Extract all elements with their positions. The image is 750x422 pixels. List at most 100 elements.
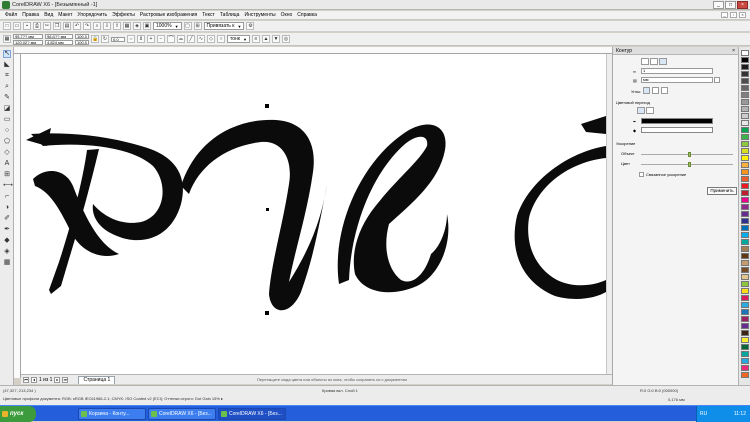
crop-tool-icon[interactable]: ⌗	[3, 72, 11, 80]
palette-swatch[interactable]	[741, 197, 749, 203]
palette-swatch[interactable]	[741, 127, 749, 133]
outline-color-swatch[interactable]	[641, 118, 713, 124]
calligraphy-swash-left[interactable]	[33, 170, 119, 256]
options-icon[interactable]: ⚙	[246, 22, 255, 30]
x-position-field[interactable]: 95,7?? мм	[13, 33, 43, 39]
table-tool-icon[interactable]: ⊞	[3, 171, 11, 179]
palette-swatch[interactable]	[741, 239, 749, 245]
palette-swatch[interactable]	[741, 211, 749, 217]
menu-view[interactable]: Вид	[44, 11, 53, 20]
dimension-tool-icon[interactable]: ⟷	[3, 182, 13, 190]
rulers-icon[interactable]: ⊞	[193, 22, 202, 30]
polygon-tool-icon[interactable]: ⬠	[3, 138, 11, 146]
outline-style-a-icon[interactable]	[641, 58, 649, 65]
minimize-button[interactable]: _	[713, 1, 724, 9]
outline-width-select[interactable]: тонк ▼	[227, 35, 250, 43]
color-accel-knob[interactable]	[688, 162, 691, 167]
width-unit-select[interactable]: мм	[641, 77, 713, 83]
menu-bitmaps[interactable]: Растровые изображения	[140, 11, 197, 20]
palette-swatch[interactable]	[741, 78, 749, 84]
fill-color-swatch[interactable]	[641, 127, 713, 133]
palette-swatch[interactable]	[741, 106, 749, 112]
outline-style-c-icon[interactable]	[659, 58, 667, 65]
height-field[interactable]: 4,824 мм	[45, 39, 73, 45]
calligraphy-stroke-right-top[interactable]	[581, 116, 606, 134]
palette-swatch[interactable]	[741, 183, 749, 189]
palette-swatch[interactable]	[741, 344, 749, 350]
palette-swatch[interactable]	[741, 64, 749, 70]
palette-swatch[interactable]	[741, 281, 749, 287]
palette-swatch[interactable]	[741, 113, 749, 119]
taskbar-item-active[interactable]: CorelDRAW X6 - [Без...	[218, 408, 286, 420]
calligraphy-stroke-u[interactable]	[181, 119, 327, 311]
add-node-icon[interactable]: +	[147, 35, 155, 43]
maximize-button[interactable]: □	[725, 1, 736, 9]
palette-swatch[interactable]	[741, 99, 749, 105]
print-icon[interactable]: ⎙	[33, 22, 41, 30]
y-position-field[interactable]: 120,02? мм	[13, 39, 43, 45]
rotation-angle-field[interactable]: 0,0	[111, 36, 125, 42]
taskbar-item[interactable]: CorelDRAW X6 - [Без...	[148, 408, 216, 420]
first-page-icon[interactable]: ⏮	[23, 377, 29, 383]
palette-swatch[interactable]	[741, 169, 749, 175]
color-accel-slider[interactable]	[641, 164, 733, 165]
new-document-icon[interactable]: □	[3, 22, 11, 30]
to-front-icon[interactable]: ▲	[261, 35, 270, 43]
to-line-icon[interactable]: ╱	[187, 35, 195, 43]
smooth-node-icon[interactable]: ○	[217, 35, 225, 43]
rectangle-tool-icon[interactable]: ▭	[3, 116, 11, 124]
menu-text[interactable]: Текст	[202, 11, 215, 20]
calligraphy-stroke-right[interactable]	[514, 146, 606, 299]
palette-swatch[interactable]	[741, 141, 749, 147]
object-accel-knob[interactable]	[688, 152, 691, 157]
menu-layout[interactable]: Макет	[58, 11, 72, 20]
to-curve-icon[interactable]: ∿	[197, 35, 205, 43]
cusp-node-icon[interactable]: ◇	[207, 35, 215, 43]
publish-pdf-icon[interactable]: ▦	[123, 22, 131, 30]
outline-style-b-icon[interactable]	[650, 58, 658, 65]
menu-window[interactable]: Окно	[281, 11, 293, 20]
palette-swatch[interactable]	[741, 358, 749, 364]
palette-swatch[interactable]	[741, 267, 749, 273]
zoom-level-select[interactable]: 1000% ▼	[153, 22, 182, 30]
zoom-tool-icon[interactable]: ⌕	[3, 83, 11, 91]
palette-swatch[interactable]	[741, 190, 749, 196]
palette-swatch[interactable]	[741, 232, 749, 238]
palette-swatch[interactable]	[741, 351, 749, 357]
blend-tool-icon[interactable]: ◑	[3, 204, 11, 212]
palette-swatch[interactable]	[741, 155, 749, 161]
preset-icon[interactable]: ▦	[3, 35, 11, 43]
palette-swatch[interactable]	[741, 71, 749, 77]
scale-y-field[interactable]: 100,0	[75, 39, 89, 45]
selection-handle-top[interactable]	[265, 104, 269, 108]
palette-swatch[interactable]	[741, 309, 749, 315]
export-icon[interactable]: ⇧	[113, 22, 121, 30]
convert-outline-icon[interactable]: ◎	[281, 35, 290, 43]
welcome-screen-icon[interactable]: ▣	[143, 22, 151, 30]
palette-swatch[interactable]	[741, 148, 749, 154]
doc-minimize-icon[interactable]: _	[721, 12, 728, 18]
palette-swatch[interactable]	[741, 57, 749, 63]
selection-handle-center[interactable]	[266, 208, 269, 211]
palette-swatch[interactable]	[741, 295, 749, 301]
palette-swatch[interactable]	[741, 302, 749, 308]
selection-handle-bottom[interactable]	[265, 311, 269, 315]
corner-round-icon[interactable]	[652, 87, 659, 94]
close-button[interactable]: ×	[737, 1, 748, 9]
corner-bevel-icon[interactable]	[661, 87, 668, 94]
cut-icon[interactable]: ✂	[43, 22, 51, 30]
palette-swatch[interactable]	[741, 323, 749, 329]
to-back-icon[interactable]: ▼	[271, 35, 280, 43]
wrap-text-icon[interactable]: ≡	[251, 35, 260, 43]
basic-shapes-icon[interactable]: ◇	[3, 149, 11, 157]
freehand-tool-icon[interactable]: ✎	[3, 94, 11, 102]
object-accel-slider[interactable]	[641, 154, 733, 155]
mesh-fill-icon[interactable]: ▦	[3, 259, 11, 267]
mirror-vertical-icon[interactable]: ⇕	[137, 35, 145, 43]
undo-icon[interactable]: ↶	[73, 22, 81, 30]
taskbar-item[interactable]: Корзина - Конту...	[78, 408, 146, 420]
menu-help[interactable]: Справка	[297, 11, 317, 20]
palette-swatch[interactable]	[741, 176, 749, 182]
outline-pen-icon[interactable]: ✒	[3, 226, 11, 234]
snap-to-select[interactable]: Привязать к ▼	[203, 22, 245, 30]
